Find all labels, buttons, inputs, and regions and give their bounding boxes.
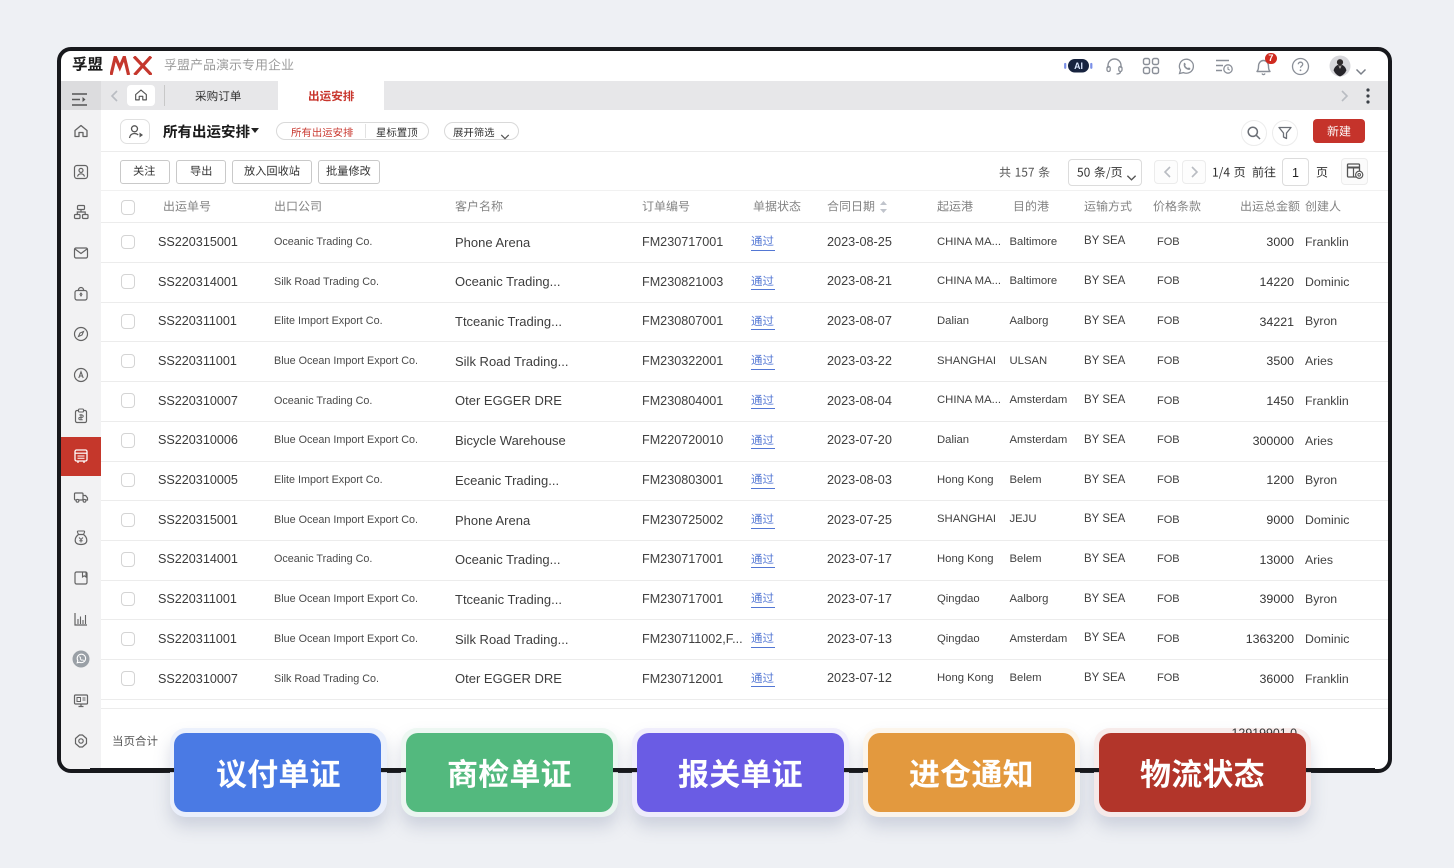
svg-text:AI: AI — [1074, 61, 1083, 71]
